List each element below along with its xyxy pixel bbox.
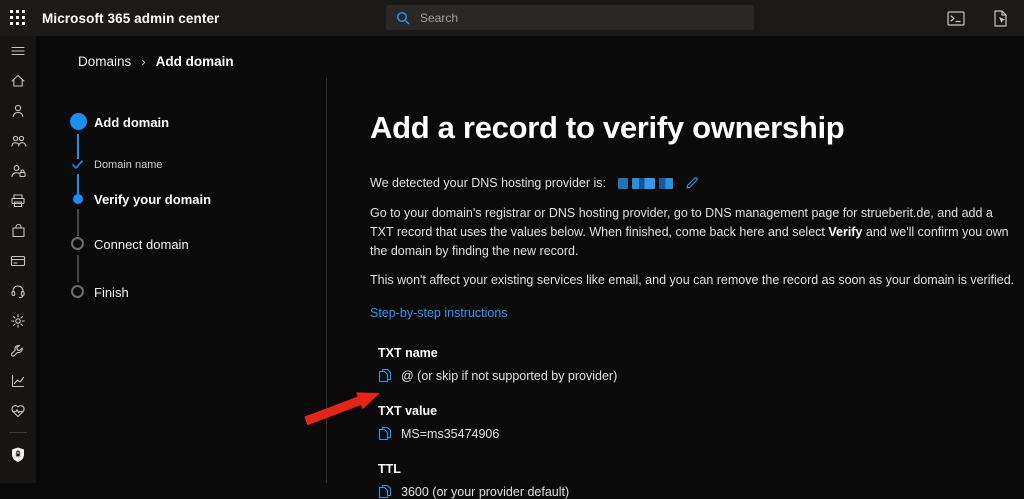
step-indicator-connect (71, 237, 84, 250)
step-verify-your-domain[interactable]: Verify your domain (94, 192, 211, 207)
record-ttl: TTL 3600 (or your provider default) (378, 462, 1018, 499)
dns-records: TXT name @ (or skip if not supported by … (378, 346, 1018, 499)
waffle-grid (10, 10, 26, 26)
users-icon[interactable] (0, 96, 36, 126)
record-label: TTL (378, 462, 1018, 476)
note-paragraph: This won't affect your existing services… (370, 271, 1018, 290)
record-value: 3600 (or your provider default) (401, 485, 569, 499)
health-icon[interactable] (0, 396, 36, 426)
step-indicator-add-domain (70, 113, 87, 130)
rail-divider (9, 432, 27, 433)
verify-bold-text: Verify (828, 225, 862, 239)
record-label: TXT value (378, 404, 1018, 418)
wizard-step-panel: Add domain Domain name Verify your domai… (36, 78, 327, 483)
copy-icon[interactable] (378, 426, 392, 441)
copy-icon[interactable] (378, 368, 392, 383)
home-icon[interactable] (0, 66, 36, 96)
app-launcher-icon[interactable] (0, 0, 36, 36)
search-box[interactable] (386, 5, 754, 30)
redacted-provider-name (618, 178, 673, 189)
security-icon[interactable] (0, 439, 36, 469)
provider-row: We detected your DNS hosting provider is… (370, 176, 1018, 190)
menu-icon[interactable] (0, 36, 36, 66)
step-by-step-instructions-link[interactable]: Step-by-step instructions (370, 306, 508, 320)
feedback-icon[interactable] (990, 8, 1010, 28)
breadcrumb-separator-icon: › (141, 54, 145, 69)
roles-icon[interactable] (0, 156, 36, 186)
page-title: Add a record to verify ownership (370, 110, 1018, 146)
breadcrumb-current: Add domain (156, 54, 234, 69)
step-indicator-finish (71, 285, 84, 298)
step-connector (77, 255, 79, 282)
step-add-domain[interactable]: Add domain (94, 115, 169, 130)
groups-icon[interactable] (0, 126, 36, 156)
provider-line-text: We detected your DNS hosting provider is… (370, 176, 606, 190)
record-txt-value: TXT value MS=ms35474906 (378, 404, 1018, 441)
settings-icon[interactable] (0, 306, 36, 336)
breadcrumb-domains[interactable]: Domains (78, 54, 131, 69)
step-indicator-verify (73, 194, 83, 204)
record-label: TXT name (378, 346, 1018, 360)
record-value: MS=ms35474906 (401, 427, 499, 441)
record-txt-name: TXT name @ (or skip if not supported by … (378, 346, 1018, 383)
edit-provider-icon[interactable] (685, 176, 699, 190)
terminal-icon[interactable] (946, 8, 966, 28)
marketplace-icon[interactable] (0, 216, 36, 246)
step-connector (77, 134, 79, 159)
search-icon (396, 11, 410, 25)
reports-icon[interactable] (0, 366, 36, 396)
step-connect-domain[interactable]: Connect domain (94, 237, 189, 252)
top-app-bar: Microsoft 365 admin center (0, 0, 1024, 36)
app-title[interactable]: Microsoft 365 admin center (42, 11, 219, 26)
step-domain-name[interactable]: Domain name (94, 159, 162, 171)
breadcrumb: Domains › Add domain (78, 54, 234, 69)
step-finish[interactable]: Finish (94, 285, 129, 300)
step-connector (77, 174, 79, 194)
setup-icon[interactable] (0, 336, 36, 366)
search-input[interactable] (420, 11, 720, 25)
step-connector (77, 209, 79, 236)
step-check-icon (72, 160, 83, 170)
left-nav-rail (0, 36, 36, 483)
main-content: Add a record to verify ownership We dete… (328, 78, 1024, 483)
devices-icon[interactable] (0, 186, 36, 216)
billing-icon[interactable] (0, 246, 36, 276)
instructions-paragraph: Go to your domain's registrar or DNS hos… (370, 204, 1018, 261)
support-icon[interactable] (0, 276, 36, 306)
record-value: @ (or skip if not supported by provider) (401, 369, 617, 383)
copy-icon[interactable] (378, 484, 392, 499)
